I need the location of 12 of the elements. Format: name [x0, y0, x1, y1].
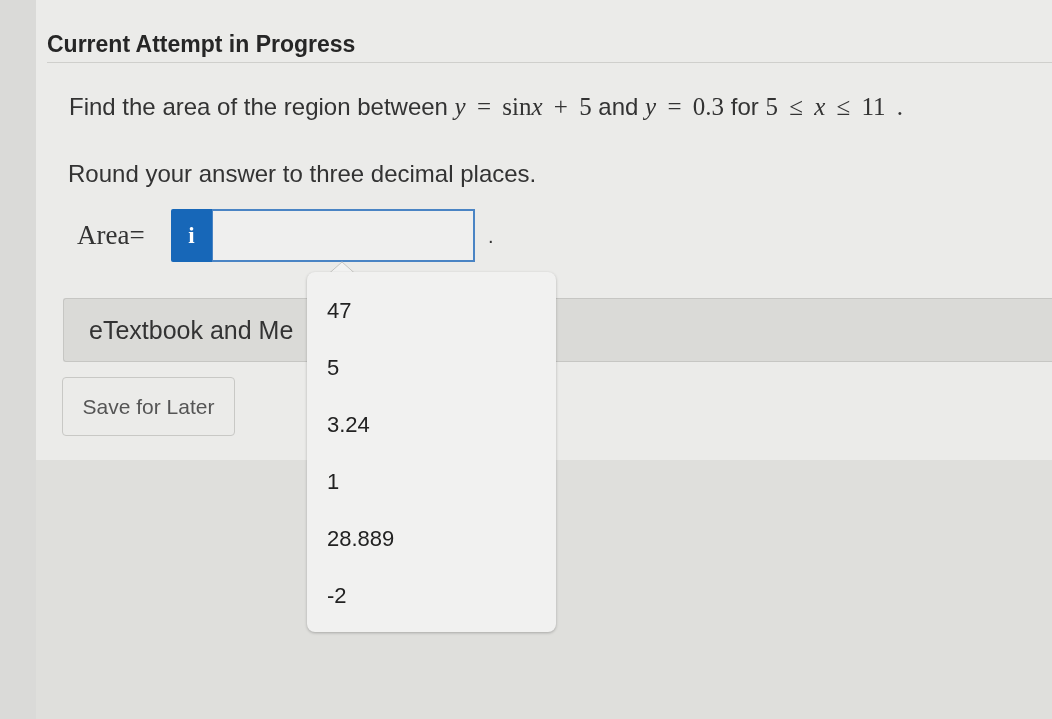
attempt-heading: Current Attempt in Progress: [47, 30, 356, 58]
suggestion-item[interactable]: 1: [307, 453, 556, 510]
suggestion-item[interactable]: -2: [307, 567, 556, 624]
suggestion-item[interactable]: 28.889: [307, 510, 556, 567]
info-button[interactable]: i: [171, 209, 212, 262]
save-for-later-button[interactable]: Save for Later: [62, 377, 235, 436]
suggestion-item[interactable]: 3.24: [307, 396, 556, 453]
answer-field[interactable]: [212, 209, 475, 262]
answer-suffix-text: .: [488, 223, 494, 248]
instruction-text: Round your answer to three decimal places.: [68, 159, 537, 189]
answer-label: Area=: [77, 220, 146, 251]
question-text: Find the area of the region between y = sinx + 5 and y = 0.3 for 5 ≤ x ≤ 11 .: [69, 92, 904, 122]
